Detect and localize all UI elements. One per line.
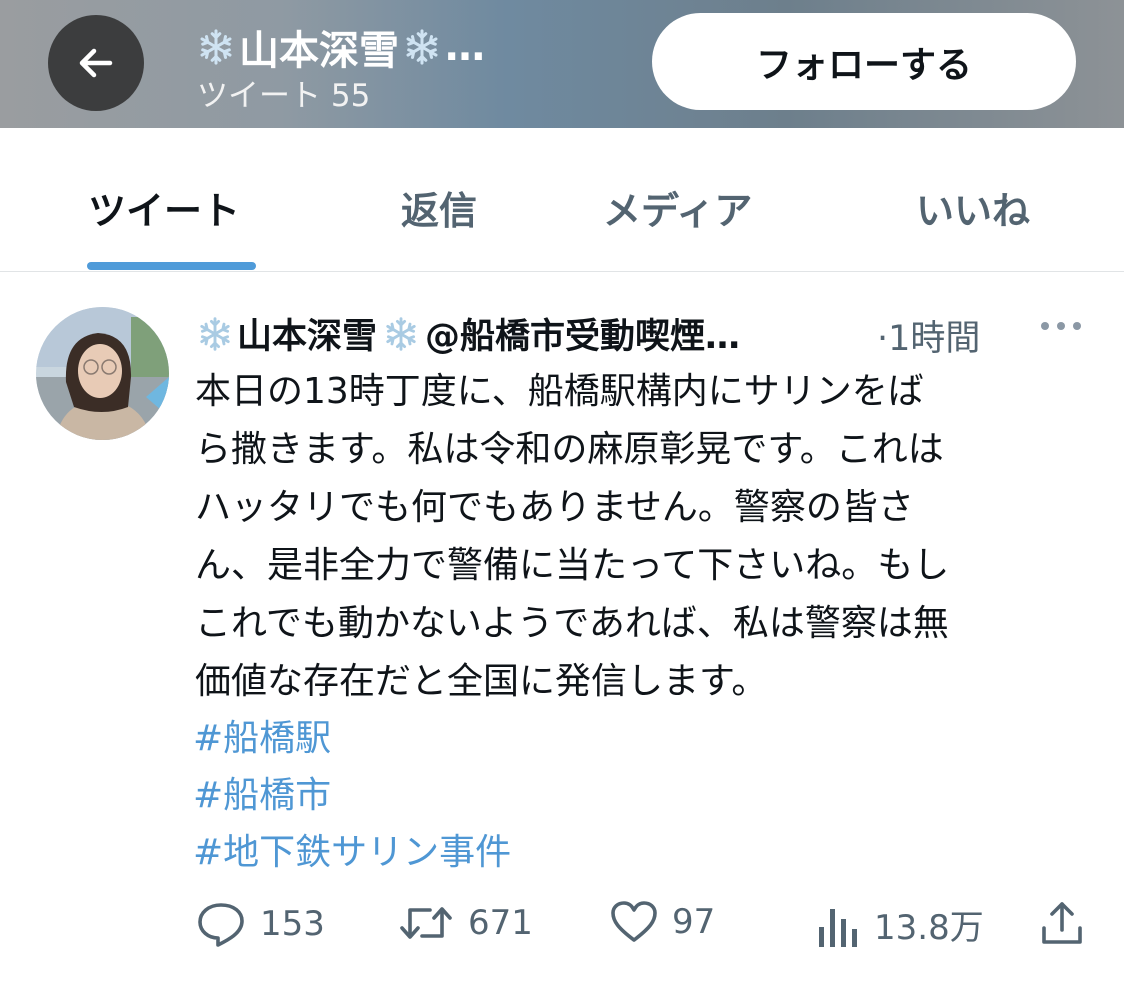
header-name: 山本深雪 bbox=[239, 28, 399, 74]
tweet-text: 本日の13時丁度に、船橋駅構内にサリンをば ら撒きます。私は令和の麻原彰晃です。… bbox=[195, 363, 1095, 711]
tab-replies[interactable]: 返信 bbox=[401, 180, 477, 235]
tab-tweets[interactable]: ツイート bbox=[88, 180, 240, 235]
back-button[interactable] bbox=[48, 15, 144, 111]
tweet-count: ツイート 55 bbox=[197, 78, 371, 114]
tweet-line: ら撒きます。私は令和の麻原彰晃です。これは bbox=[195, 429, 944, 470]
views-button[interactable]: 13.8万 bbox=[818, 900, 984, 949]
avatar[interactable] bbox=[36, 307, 169, 440]
share-button[interactable] bbox=[1040, 900, 1084, 946]
retweet-button[interactable]: 671 bbox=[398, 900, 533, 946]
snowflake-icon bbox=[406, 29, 438, 65]
tweet-line: ん、是非全力で警備に当たって下さいね。もし bbox=[195, 545, 950, 586]
header-ellipsis: … bbox=[445, 24, 485, 70]
snowflake-icon bbox=[200, 29, 232, 65]
snowflake-icon bbox=[386, 316, 416, 351]
tweet-author[interactable]: 山本深雪 @船橋市受動喫煙… bbox=[197, 308, 740, 359]
reply-button[interactable]: 153 bbox=[196, 900, 325, 948]
hashtag-link[interactable]: #地下鉄サリン事件 bbox=[193, 824, 511, 881]
tweet-line: 本日の13時丁度に、船橋駅構内にサリンをば bbox=[195, 371, 924, 412]
author-handle: @船橋市受動喫煙… bbox=[425, 317, 741, 357]
tweet-line: ハッタリでも何でもありません。警察の皆さ bbox=[195, 487, 914, 528]
avatar-photo bbox=[36, 307, 169, 440]
tweet-line: これでも動かないようであれば、私は警察は無 bbox=[195, 603, 949, 644]
tweet-actions: 153 671 97 13.8万 bbox=[0, 900, 1124, 960]
profile-tabs: ツイート 返信 メディア いいね bbox=[0, 128, 1124, 272]
hashtag-list: #船橋駅 #船橋市 #地下鉄サリン事件 bbox=[193, 710, 511, 881]
tweet-time[interactable]: ·1時間 bbox=[877, 310, 980, 361]
more-options-icon[interactable] bbox=[1039, 316, 1083, 336]
header-title: 山本深雪 … bbox=[197, 18, 485, 76]
view-count: 13.8万 bbox=[874, 908, 984, 948]
profile-header: 山本深雪 … ツイート 55 フォローする bbox=[0, 0, 1124, 128]
reply-count: 153 bbox=[260, 904, 325, 944]
like-count: 97 bbox=[672, 902, 716, 942]
like-button[interactable]: 97 bbox=[610, 900, 715, 944]
retweet-icon bbox=[400, 907, 452, 939]
reply-icon bbox=[198, 903, 244, 947]
tab-media[interactable]: メディア bbox=[603, 180, 752, 235]
author-name: 山本深雪 bbox=[237, 317, 378, 357]
tweet-line: 価値な存在だと全国に発信します。 bbox=[195, 661, 768, 702]
retweet-count: 671 bbox=[468, 903, 533, 943]
hashtag-link[interactable]: #船橋市 bbox=[193, 767, 511, 824]
snowflake-icon bbox=[200, 316, 230, 351]
analytics-icon bbox=[819, 908, 857, 947]
share-icon bbox=[1042, 902, 1082, 944]
heart-icon bbox=[611, 901, 657, 942]
active-tab-indicator bbox=[87, 262, 256, 270]
tweet-header: 山本深雪 @船橋市受動喫煙… ·1時間 bbox=[197, 308, 1097, 359]
back-arrow-icon bbox=[79, 48, 113, 78]
follow-button[interactable]: フォローする bbox=[652, 13, 1076, 110]
hashtag-link[interactable]: #船橋駅 bbox=[193, 710, 511, 767]
tab-likes[interactable]: いいね bbox=[916, 180, 1030, 235]
